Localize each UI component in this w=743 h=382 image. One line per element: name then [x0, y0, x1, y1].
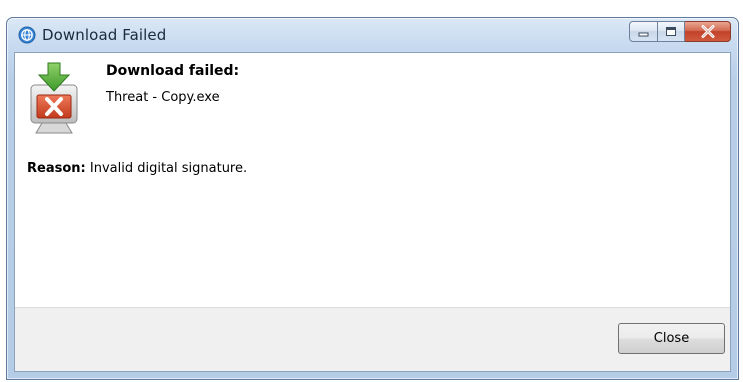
message-area: Download failed: Threat - Copy.exe Reaso… [15, 53, 730, 307]
reason-row: Reason: Invalid digital signature. [27, 161, 247, 176]
maximize-button[interactable] [658, 21, 685, 42]
reason-text: Invalid digital signature. [89, 161, 248, 176]
close-x-icon [701, 25, 714, 38]
button-bar: Close [15, 307, 730, 371]
download-failed-window: Download Failed Download failed: Threat … [6, 17, 739, 380]
window-title: Download Failed [42, 26, 167, 44]
download-failed-icon [30, 62, 78, 134]
reason-label: Reason: [27, 161, 86, 176]
dialog-client-area: Download failed: Threat - Copy.exe Reaso… [14, 52, 731, 372]
failure-heading: Download failed: [106, 63, 240, 79]
file-name: Threat - Copy.exe [106, 90, 220, 105]
minimize-button[interactable] [629, 21, 658, 42]
title-bar[interactable]: Download Failed [7, 18, 738, 52]
window-close-button[interactable] [685, 21, 731, 42]
close-button[interactable]: Close [618, 323, 725, 354]
maximize-icon [666, 27, 676, 36]
globe-icon [18, 26, 36, 44]
minimize-icon [638, 32, 649, 36]
window-controls [629, 21, 731, 42]
